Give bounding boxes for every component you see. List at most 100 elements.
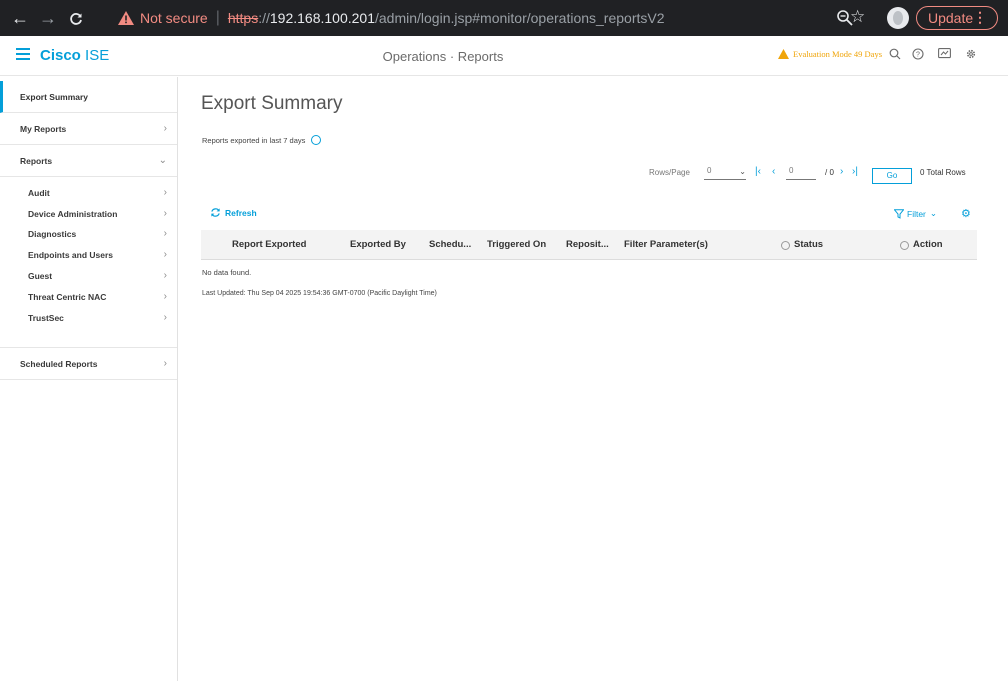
svg-text:?: ? [916,52,920,59]
not-secure-label: Not secure [140,10,208,26]
rows-per-page-label: Rows/Page [649,168,690,177]
warning-icon [778,49,789,59]
filter-button[interactable]: Filter ⌄ [894,208,937,219]
column-scheduled[interactable]: Schedu... [429,230,471,260]
evaluation-mode-badge[interactable]: Evaluation Mode 49 Days [778,49,882,59]
chevron-right-icon: › [163,270,167,281]
update-button[interactable]: Update ⋮ [916,6,998,30]
refresh-button[interactable]: Refresh [210,207,257,218]
rows-per-page-select[interactable]: 0 ⌄ [704,166,746,180]
last-updated-timestamp: Last Updated: Thu Sep 04 2025 19:54:36 G… [202,290,437,297]
sidebar-subitem-endpoints-and-users[interactable]: Endpoints and Users › [0,245,177,265]
chevron-down-icon: ⌄ [158,155,167,166]
no-data-message: No data found. [202,268,252,277]
filter-icon [894,208,904,219]
sidebar-subitem-trustsec[interactable]: TrustSec › [0,308,177,328]
column-header-label: Filter Parameter(s) [624,239,708,250]
filter-label: Filter [907,208,926,219]
column-report-exported[interactable]: Report Exported [232,230,306,260]
sidebar-subitem-label: TrustSec [28,313,64,323]
chevron-right-icon: › [163,291,167,302]
evaluation-mode-label: Evaluation Mode 49 Days [793,49,882,59]
forward-arrow-icon[interactable]: → [34,0,62,36]
previous-page-icon[interactable]: ‹ [772,166,775,177]
sidebar-subitem-label: Audit [28,188,50,198]
column-exported-by[interactable]: Exported By [350,230,406,260]
column-action[interactable]: Action [900,230,943,260]
sidebar-item-export-summary[interactable]: Export Summary [0,81,177,113]
sidebar-subitem-label: Device Administration [28,209,118,219]
sidebar-subitem-diagnostics[interactable]: Diagnostics › [0,224,177,244]
page-number-input[interactable]: 0 [786,166,816,180]
url-scheme: https [227,10,259,26]
sidebar-item-label: Reports [20,156,53,166]
back-arrow-icon[interactable]: ← [6,0,34,36]
page-context-title: Operations · Reports [382,49,504,64]
rows-per-page-value: 0 [707,166,712,175]
refresh-icon [211,208,220,217]
update-button-label: Update [928,10,974,26]
address-bar[interactable]: Not secure | https://192.168.100.201/adm… [108,5,876,31]
chevron-right-icon: › [163,208,167,219]
chevron-right-icon: › [163,228,167,239]
page-total: / 0 [825,168,834,177]
chevron-right-icon: › [163,123,167,134]
help-icon[interactable]: ? [910,48,926,64]
last-page-icon[interactable]: ›| [852,166,858,177]
sidebar-item-label: My Reports [20,124,67,134]
sidebar-subitem-threat-centric-nac[interactable]: Threat Centric NAC › [0,287,177,307]
sidebar-subitem-guest[interactable]: Guest › [0,266,177,286]
sidebar-item-my-reports[interactable]: My Reports › [0,113,177,145]
settings-gear-icon[interactable] [963,48,979,64]
info-icon [781,240,790,250]
profile-avatar[interactable] [887,7,909,29]
sidebar-subitem-label: Diagnostics [28,229,77,239]
column-header-label: Schedu... [429,239,472,250]
app-header: Cisco ISE Operations · Reports Evaluatio… [0,36,1008,76]
dashboard-icon[interactable] [936,48,952,64]
chevron-right-icon: › [163,187,167,198]
sidebar-item-label: Export Summary [20,92,89,102]
sidebar-item-reports[interactable]: Reports ⌄ [0,145,177,177]
info-icon[interactable] [311,135,322,145]
column-header-label: Action [913,239,943,250]
column-header-label: Triggered On [487,239,547,250]
reports-exported-caption: Reports exported in last 7 days [202,135,322,145]
column-repository[interactable]: Reposit... [566,230,609,260]
table-header-row: Report Exported Exported By Schedu... Tr… [201,230,977,260]
refresh-label: Refresh [225,207,257,218]
first-page-icon[interactable]: |‹ [755,166,761,177]
sidebar-subitem-device-administration[interactable]: Device Administration › [0,204,177,224]
chevron-right-icon: › [163,358,167,369]
sidebar-subitem-label: Guest [28,271,53,281]
column-filter-parameters[interactable]: Filter Parameter(s) [624,230,708,260]
page-title: Export Summary [201,93,343,114]
sidebar-item-scheduled-reports[interactable]: Scheduled Reports › [0,348,177,380]
column-triggered-on[interactable]: Triggered On [487,230,546,260]
sidebar-subitem-label: Threat Centric NAC [28,292,107,302]
page-number-value: 0 [789,166,794,175]
sidebar-subitem-label: Endpoints and Users [28,250,114,260]
search-icon[interactable] [887,48,903,64]
info-icon [900,240,909,250]
next-page-icon[interactable]: › [840,166,843,177]
bookmark-star-icon[interactable]: ☆ [850,7,865,27]
browser-toolbar: ← → Not secure | https://192.168.100.201… [0,0,1008,36]
sidebar-subitem-audit[interactable]: Audit › [0,183,177,203]
reload-icon[interactable] [62,0,90,36]
column-status[interactable]: Status [781,230,823,260]
go-button[interactable]: Go [872,168,912,184]
sidebar-item-label: Scheduled Reports [20,359,98,369]
reports-exported-label: Reports exported in last 7 days [202,135,306,145]
url-scheme-separator: :// [258,10,270,26]
url-path: /admin/login.jsp#monitor/operations_repo… [375,10,665,26]
chevron-down-icon: ⌄ [929,208,938,218]
warning-triangle-icon [118,11,134,25]
main-content: Export Summary Reports exported in last … [178,77,1008,681]
column-header-label: Status [794,239,824,250]
omnibox-separator: | [215,9,220,26]
chevron-right-icon: › [163,312,167,323]
total-rows-label: 0 Total Rows [920,168,966,177]
chevron-down-icon: ⌄ [739,167,746,176]
table-settings-gear-icon[interactable]: ⚙ [961,207,971,220]
